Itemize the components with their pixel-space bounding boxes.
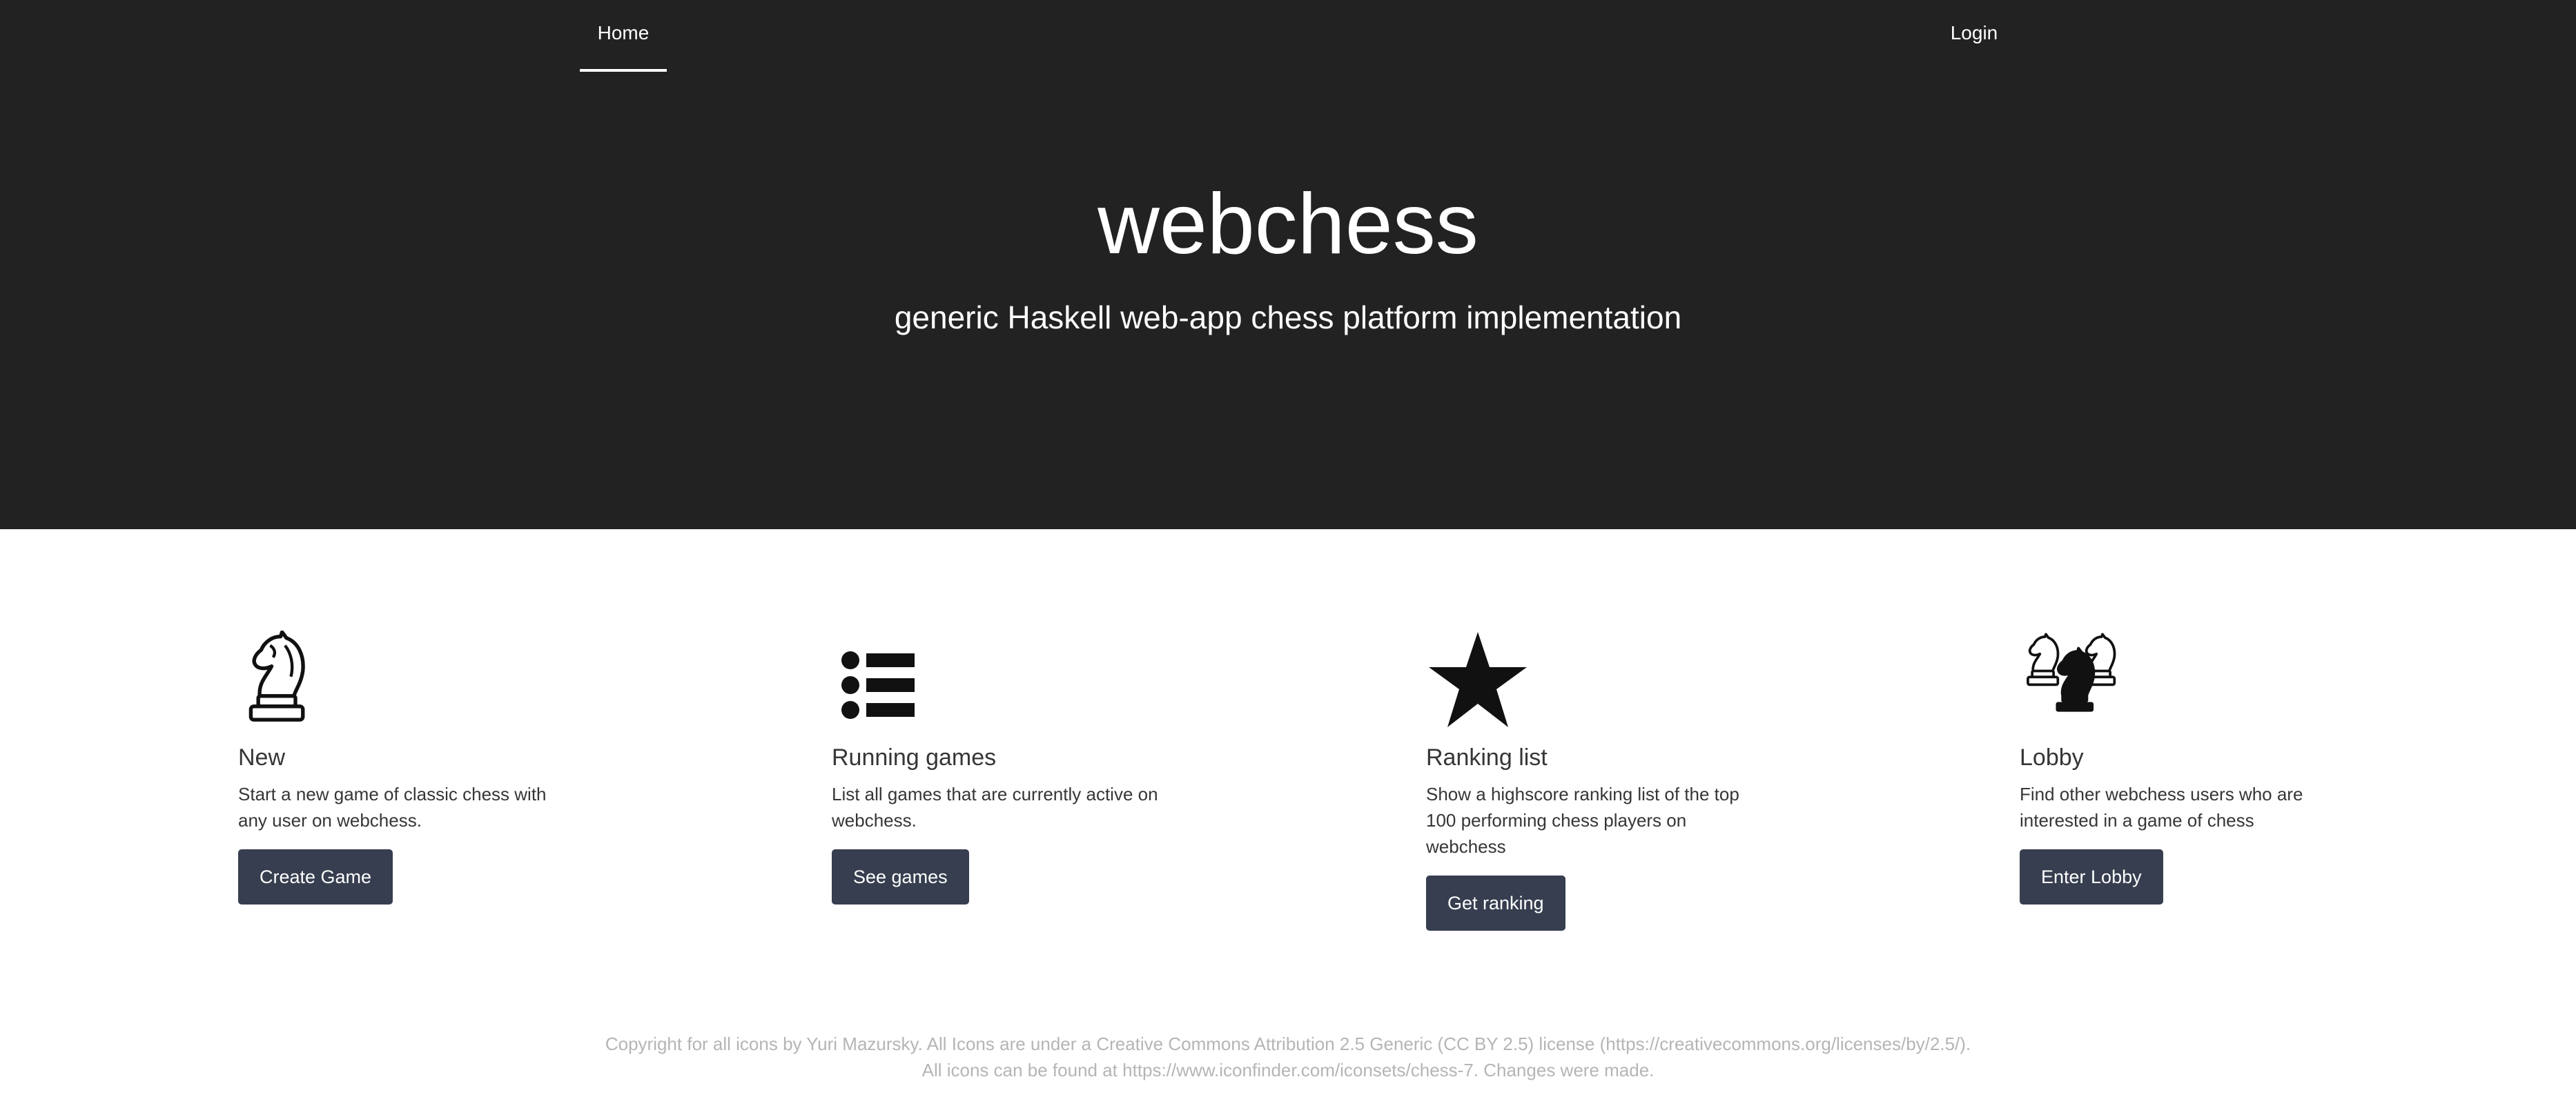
hero-subtitle: generic Haskell web-app chess platform i… <box>894 299 1682 335</box>
list-icon <box>832 631 942 734</box>
knights-group-icon <box>2020 631 2130 734</box>
get-ranking-button[interactable]: Get ranking <box>1426 876 1565 931</box>
feature-title: Lobby <box>2020 744 2084 771</box>
see-games-button[interactable]: See games <box>832 849 969 905</box>
hero-section: Home Login webchess generic Haskell web-… <box>0 0 2576 529</box>
star-icon <box>1426 631 1536 734</box>
feature-description: Find other webchess users who are intere… <box>2020 784 2303 831</box>
nav-home-link[interactable]: Home <box>580 0 667 72</box>
footer-copyright-line: Copyright for all icons by Yuri Mazursky… <box>605 1034 1971 1054</box>
hero-title: webchess <box>1097 177 1479 272</box>
enter-lobby-button[interactable]: Enter Lobby <box>2020 849 2163 905</box>
footer-source-line: All icons can be found at https://www.ic… <box>921 1060 1655 1080</box>
feature-title: Running games <box>832 744 997 771</box>
create-game-button[interactable]: Create Game <box>238 849 393 905</box>
knight-icon <box>238 631 349 734</box>
feature-description: Show a highscore ranking list of the top… <box>1426 784 1739 857</box>
nav-login-link[interactable]: Login <box>1933 0 2016 66</box>
feature-title: New <box>238 744 286 771</box>
feature-title: Ranking list <box>1426 744 1548 771</box>
footer: Copyright for all icons by Yuri Mazursky… <box>0 1031 2576 1083</box>
feature-description: List all games that are currently active… <box>832 784 1158 831</box>
feature-description: Start a new game of classic chess with a… <box>238 784 547 831</box>
